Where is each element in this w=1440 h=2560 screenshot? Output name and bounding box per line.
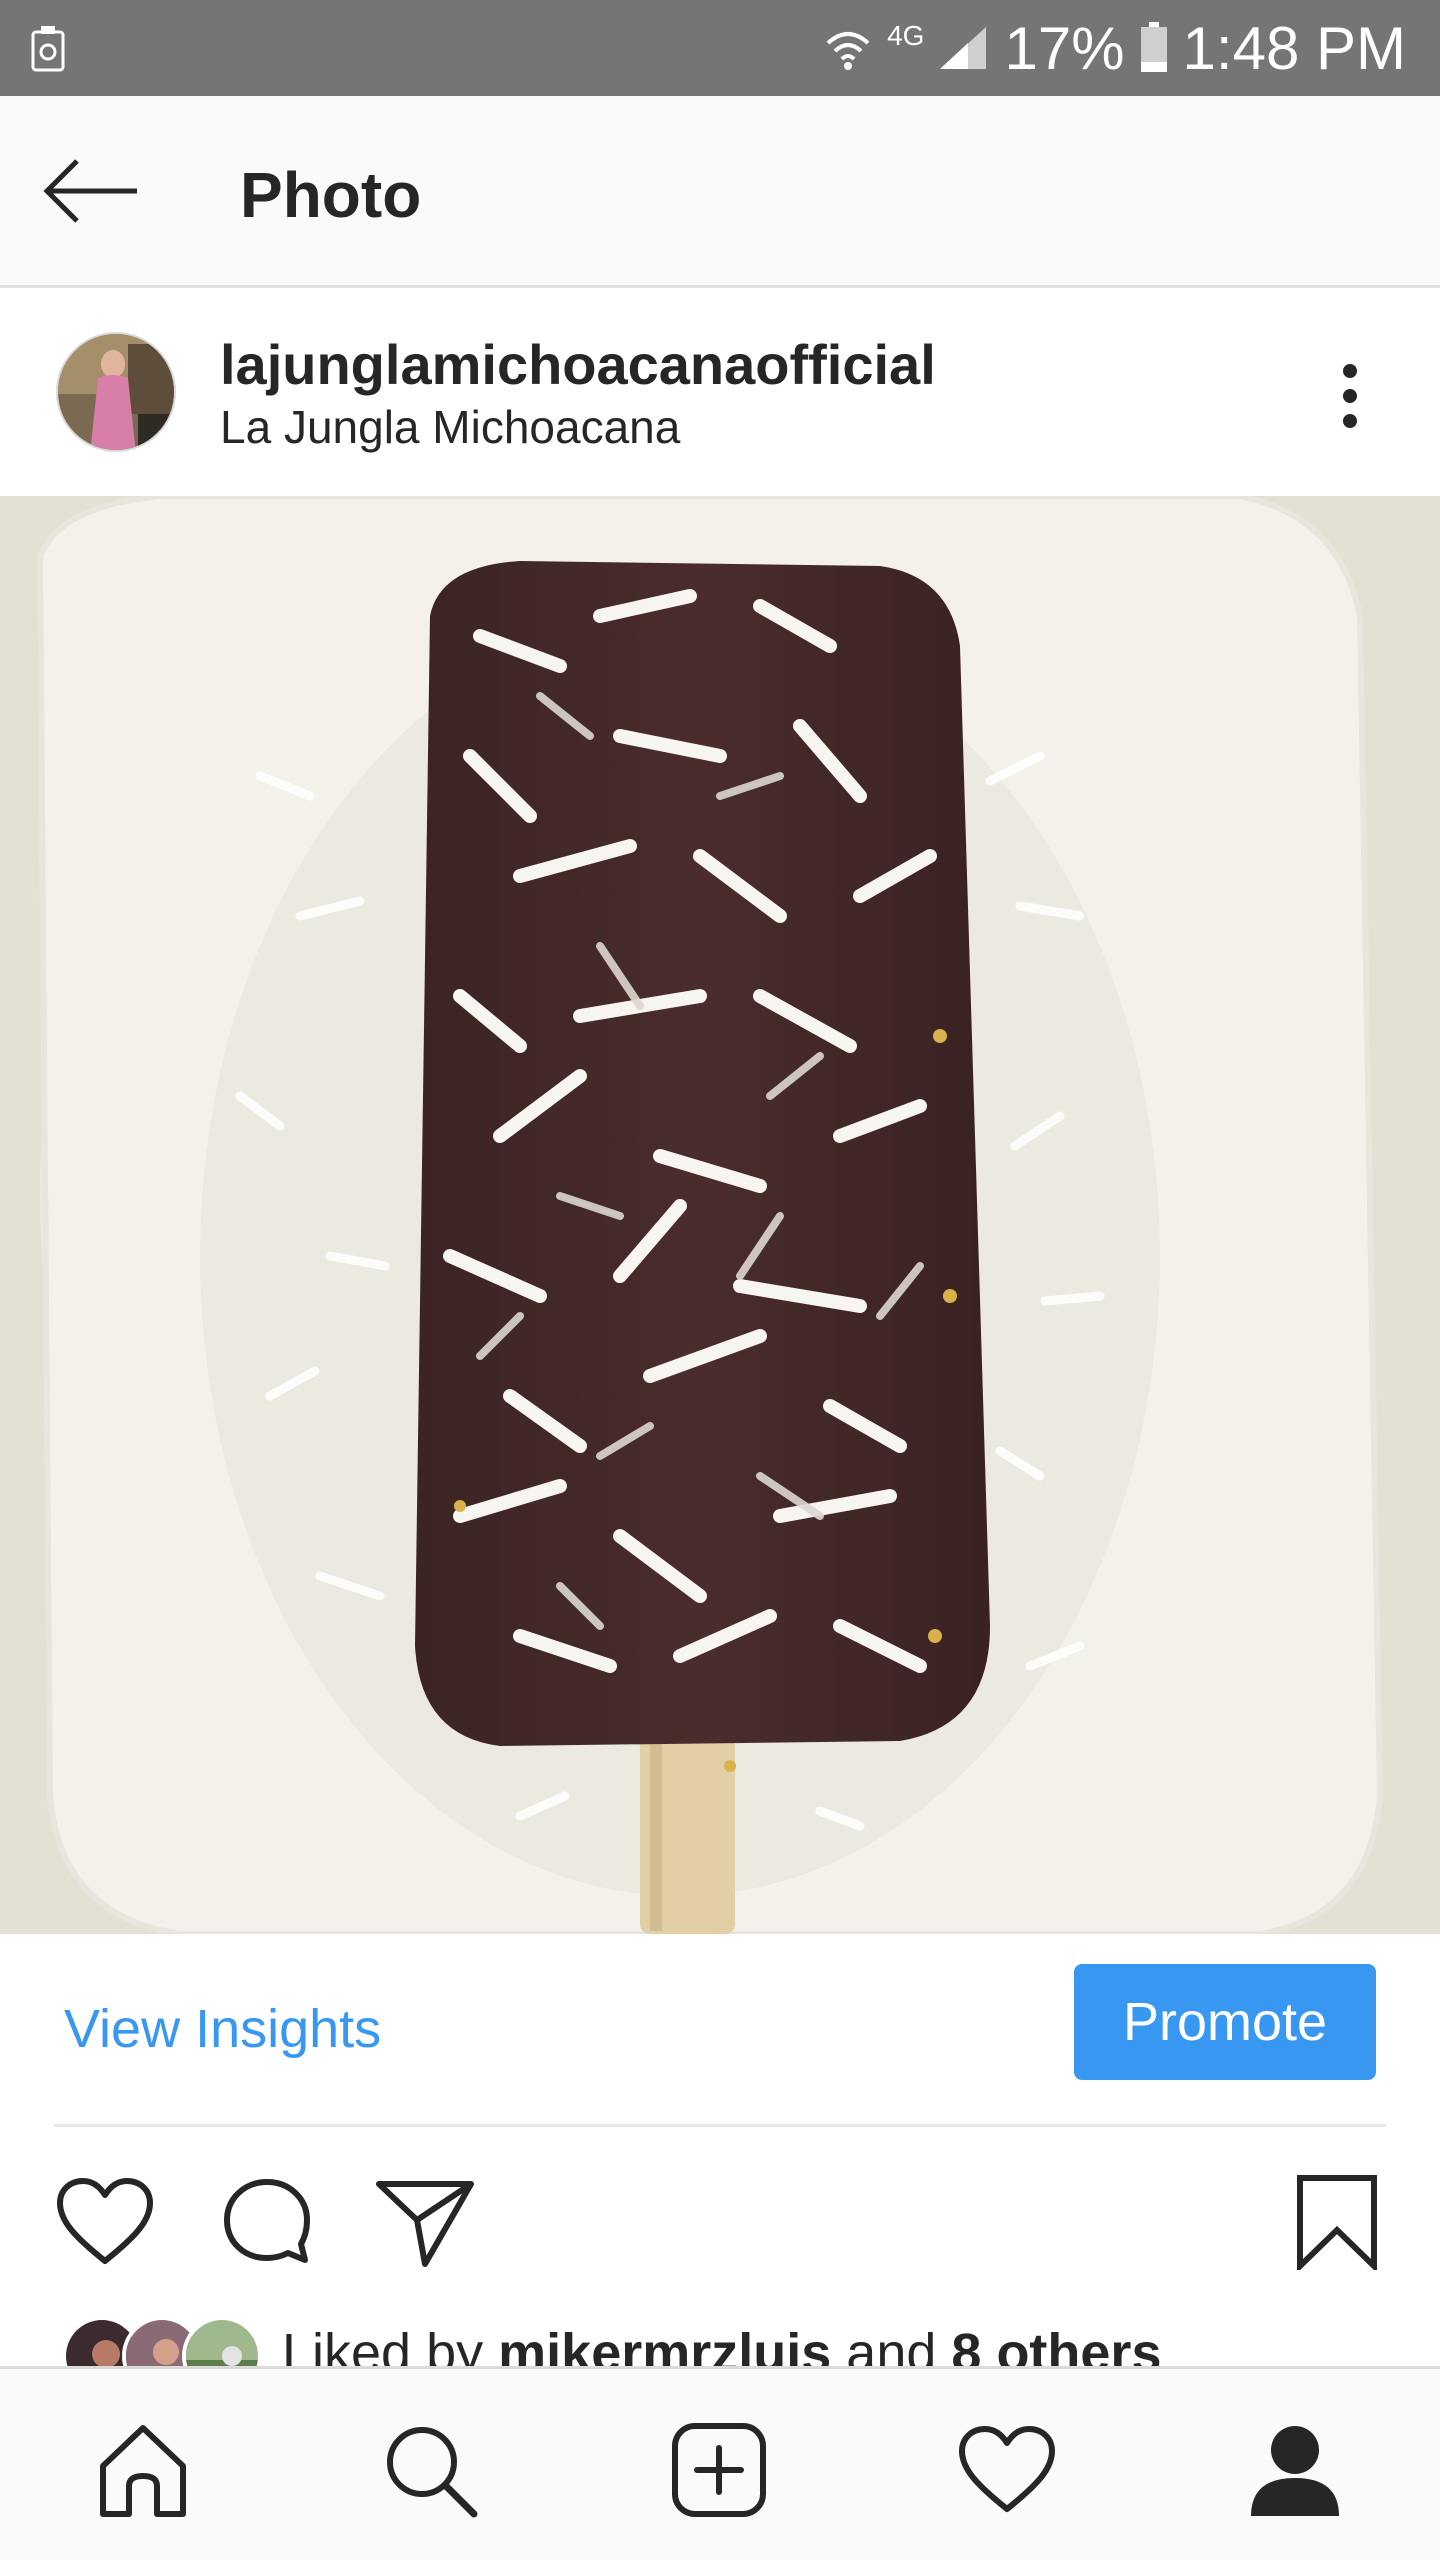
post-actions [0, 2127, 1440, 2317]
search-icon [387, 2427, 478, 2518]
back-arrow-icon [43, 159, 137, 223]
clock: 1:48 PM [1182, 14, 1406, 82]
avatar-image [58, 334, 174, 450]
liker-avatar [182, 2316, 262, 2370]
bookmark-button[interactable] [1282, 2167, 1392, 2277]
post-location[interactable]: La Jungla Michoacana [220, 400, 680, 454]
coconut-paleta-photo [0, 496, 1440, 1934]
more-options-button[interactable] [1300, 346, 1400, 446]
likes-middle: and [831, 2323, 952, 2370]
likes-row: Liked by mikermrzluis and 8 others [0, 2300, 1440, 2370]
bottom-nav [0, 2366, 1440, 2560]
more-options-icon [1343, 364, 1357, 428]
activity-heart-icon [959, 2426, 1055, 2512]
nav-activity[interactable] [952, 2415, 1062, 2525]
insights-row: View Insights Promote [0, 1934, 1440, 2124]
nav-profile[interactable] [1240, 2415, 1350, 2525]
view-insights-link[interactable]: View Insights [64, 1998, 381, 2060]
home-icon [100, 2425, 186, 2517]
post-username[interactable]: lajunglamichoacanaofficial [220, 332, 936, 397]
post-header: lajunglamichoacanaofficial La Jungla Mic… [0, 290, 1440, 496]
comment-button[interactable] [212, 2167, 322, 2277]
profile-avatar[interactable] [56, 332, 176, 452]
status-right: 4G 17% 1:48 PM [823, 0, 1406, 96]
recycle-notification-icon [31, 26, 65, 72]
heart-icon [57, 2178, 153, 2264]
liker-username[interactable]: mikermrzluis [498, 2323, 831, 2370]
app-header: Photo [0, 96, 1440, 288]
network-type: 4G [887, 20, 925, 51]
likes-others[interactable]: 8 others [951, 2323, 1161, 2370]
share-button[interactable] [370, 2167, 480, 2277]
bookmark-icon [1297, 2175, 1377, 2270]
nav-home[interactable] [88, 2415, 198, 2525]
nav-add-post[interactable] [664, 2415, 774, 2525]
battery-percent: 17% [1004, 14, 1125, 82]
likes-prefix: Liked by [282, 2323, 499, 2370]
signal-icon [940, 27, 987, 69]
status-bar: 4G 17% 1:48 PM [0, 0, 1440, 96]
likes-summary[interactable]: Liked by mikermrzluis and 8 others [282, 2322, 1161, 2370]
page-title: Photo [240, 159, 422, 231]
profile-icon [1251, 2426, 1339, 2516]
comment-icon [224, 2179, 310, 2263]
add-post-icon [672, 2423, 766, 2517]
promote-button[interactable]: Promote [1074, 1964, 1376, 2080]
battery-icon [1140, 22, 1167, 72]
nav-search[interactable] [375, 2415, 485, 2525]
like-button[interactable] [50, 2167, 160, 2277]
share-icon [376, 2181, 474, 2267]
wifi-icon [826, 32, 870, 70]
liker-avatars[interactable] [62, 2316, 262, 2370]
post-photo[interactable] [0, 496, 1440, 1934]
back-button[interactable] [36, 146, 146, 236]
